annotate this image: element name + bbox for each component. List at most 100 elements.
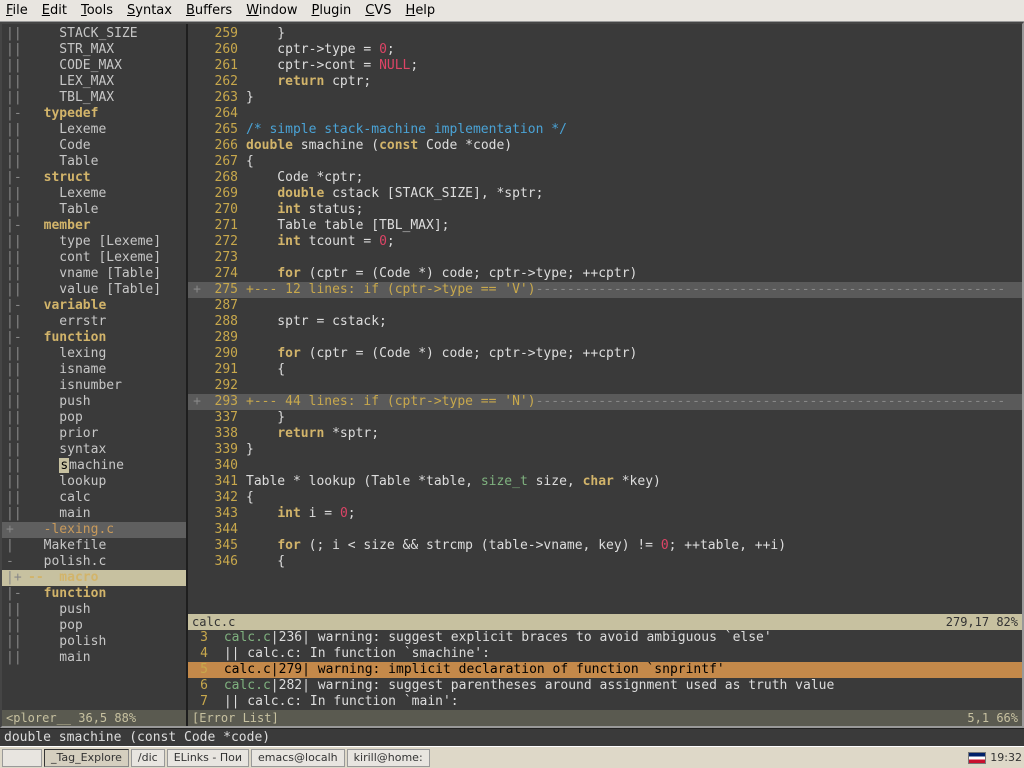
tag-explorer-pane[interactable]: || STACK_SIZE|| STR_MAX|| CODE_MAX|| LEX…	[2, 24, 186, 726]
code-line[interactable]: 269 double cstack [STACK_SIZE], *sptr;	[188, 186, 1022, 202]
taskbar[interactable]: _Tag_Explore/dicELinks - Поиemacs@localh…	[0, 746, 1024, 768]
error-line[interactable]: 5 calc.c|279| warning: implicit declarat…	[188, 662, 1022, 678]
taskbar-button[interactable]: emacs@localh	[251, 749, 345, 767]
menu-help[interactable]: Help	[406, 3, 436, 18]
outline-item[interactable]: || Table	[2, 202, 186, 218]
code-line[interactable]: 292	[188, 378, 1022, 394]
outline-item[interactable]: || STACK_SIZE	[2, 26, 186, 42]
outline-item[interactable]: || isname	[2, 362, 186, 378]
code-line[interactable]: 267{	[188, 154, 1022, 170]
outline-item[interactable]: |- function	[2, 330, 186, 346]
code-line[interactable]: 271 Table table [TBL_MAX];	[188, 218, 1022, 234]
code-line[interactable]: 274 for (cptr = (Code *) code; cptr->typ…	[188, 266, 1022, 282]
outline-item[interactable]: || type [Lexeme]	[2, 234, 186, 250]
error-line[interactable]: 4 || calc.c: In function `smachine':	[188, 646, 1022, 662]
outline-item[interactable]: |- struct	[2, 170, 186, 186]
outline-item[interactable]: + -lexing.c	[2, 522, 186, 538]
outline-item[interactable]: |- variable	[2, 298, 186, 314]
error-line[interactable]: 6 calc.c|282| warning: suggest parenthes…	[188, 678, 1022, 694]
code-line[interactable]: 262 return cptr;	[188, 74, 1022, 90]
taskbar-button[interactable]: kirill@home:	[347, 749, 430, 767]
outline-item[interactable]: || Code	[2, 138, 186, 154]
outline-item[interactable]: - polish.c	[2, 554, 186, 570]
outline-item[interactable]: |- member	[2, 218, 186, 234]
code-line[interactable]: 261 cptr->cont = NULL;	[188, 58, 1022, 74]
outline-item[interactable]: || CODE_MAX	[2, 58, 186, 74]
outline-item[interactable]: || lexing	[2, 346, 186, 362]
menu-edit[interactable]: Edit	[42, 3, 67, 18]
error-list[interactable]: 3 calc.c|236| warning: suggest explicit …	[188, 630, 1022, 710]
code-line[interactable]: 266double smachine (const Code *code)	[188, 138, 1022, 154]
outline-item[interactable]: || pop	[2, 618, 186, 634]
outline-item[interactable]: || errstr	[2, 314, 186, 330]
outline-item[interactable]: || push	[2, 394, 186, 410]
outline-item[interactable]: || lookup	[2, 474, 186, 490]
menubar[interactable]: File Edit Tools Syntax Buffers Window Plugin CV…	[0, 0, 1024, 22]
outline-item[interactable]: || Lexeme	[2, 186, 186, 202]
menu-tools[interactable]: Tools	[81, 3, 113, 18]
outline-item[interactable]: || push	[2, 602, 186, 618]
code-line[interactable]: 270 int status;	[188, 202, 1022, 218]
outline-item[interactable]: |- function	[2, 586, 186, 602]
taskbar-button[interactable]: ELinks - Пои	[167, 749, 249, 767]
code-line[interactable]: 344	[188, 522, 1022, 538]
taskbar-button[interactable]: /dic	[131, 749, 165, 767]
code-line[interactable]: 343 int i = 0;	[188, 506, 1022, 522]
code-line[interactable]: 337 }	[188, 410, 1022, 426]
taskbar-button[interactable]	[2, 749, 42, 767]
menu-syntax[interactable]: Syntax	[127, 3, 172, 18]
outline-item[interactable]: | Makefile	[2, 538, 186, 554]
code-line[interactable]: 259 }	[188, 26, 1022, 42]
code-line[interactable]: 338 return *sptr;	[188, 426, 1022, 442]
outline-item[interactable]: || syntax	[2, 442, 186, 458]
code-line[interactable]: 265/* simple stack-machine implementatio…	[188, 122, 1022, 138]
code-line[interactable]: 268 Code *cptr;	[188, 170, 1022, 186]
error-line[interactable]: 7 || calc.c: In function `main':	[188, 694, 1022, 710]
menu-buffers[interactable]: Buffers	[186, 3, 232, 18]
code-line[interactable]: 342{	[188, 490, 1022, 506]
outline-item[interactable]: || vname [Table]	[2, 266, 186, 282]
outline-item[interactable]: || Table	[2, 154, 186, 170]
code-line[interactable]: 290 for (cptr = (Code *) code; cptr->typ…	[188, 346, 1022, 362]
outline-item[interactable]: || cont [Lexeme]	[2, 250, 186, 266]
code-line[interactable]: 273	[188, 250, 1022, 266]
taskbar-button[interactable]: _Tag_Explore	[44, 749, 129, 767]
outline-item[interactable]: || polish	[2, 634, 186, 650]
outline-item[interactable]: || pop	[2, 410, 186, 426]
outline-item[interactable]: |- typedef	[2, 106, 186, 122]
code-editor[interactable]: 259 } 260 cptr->type = 0; 261 cptr->cont…	[188, 24, 1022, 614]
outline-item[interactable]: || isnumber	[2, 378, 186, 394]
outline-item[interactable]: || main	[2, 650, 186, 666]
code-line[interactable]: 341Table * lookup (Table *table, size_t …	[188, 474, 1022, 490]
code-line[interactable]: 289	[188, 330, 1022, 346]
code-line[interactable]: +275+--- 12 lines: if (cptr->type == 'V'…	[188, 282, 1022, 298]
outline-item[interactable]: |+-- macro	[2, 570, 186, 586]
keyboard-layout-icon[interactable]	[968, 752, 986, 764]
error-line[interactable]: 3 calc.c|236| warning: suggest explicit …	[188, 630, 1022, 646]
code-line[interactable]: 346 {	[188, 554, 1022, 570]
menu-window[interactable]: Window	[246, 3, 297, 18]
code-line[interactable]: 340	[188, 458, 1022, 474]
outline-tree[interactable]: || STACK_SIZE|| STR_MAX|| CODE_MAX|| LEX…	[2, 24, 186, 710]
code-line[interactable]: +293+--- 44 lines: if (cptr->type == 'N'…	[188, 394, 1022, 410]
outline-item[interactable]: || Lexeme	[2, 122, 186, 138]
menu-plugin[interactable]: Plugin	[311, 3, 351, 18]
outline-item[interactable]: || main	[2, 506, 186, 522]
outline-item[interactable]: || STR_MAX	[2, 42, 186, 58]
code-line[interactable]: 345 for (; i < size && strcmp (table->vn…	[188, 538, 1022, 554]
code-line[interactable]: 264	[188, 106, 1022, 122]
outline-item[interactable]: || TBL_MAX	[2, 90, 186, 106]
menu-file[interactable]: File	[6, 3, 28, 18]
outline-item[interactable]: || LEX_MAX	[2, 74, 186, 90]
code-line[interactable]: 272 int tcount = 0;	[188, 234, 1022, 250]
code-line[interactable]: 287	[188, 298, 1022, 314]
code-line[interactable]: 260 cptr->type = 0;	[188, 42, 1022, 58]
menu-cvs[interactable]: CVS	[365, 3, 391, 18]
code-line[interactable]: 291 {	[188, 362, 1022, 378]
outline-item[interactable]: || prior	[2, 426, 186, 442]
outline-item[interactable]: || smachine	[2, 458, 186, 474]
code-line[interactable]: 339}	[188, 442, 1022, 458]
outline-item[interactable]: || calc	[2, 490, 186, 506]
outline-item[interactable]: || value [Table]	[2, 282, 186, 298]
code-line[interactable]: 288 sptr = cstack;	[188, 314, 1022, 330]
